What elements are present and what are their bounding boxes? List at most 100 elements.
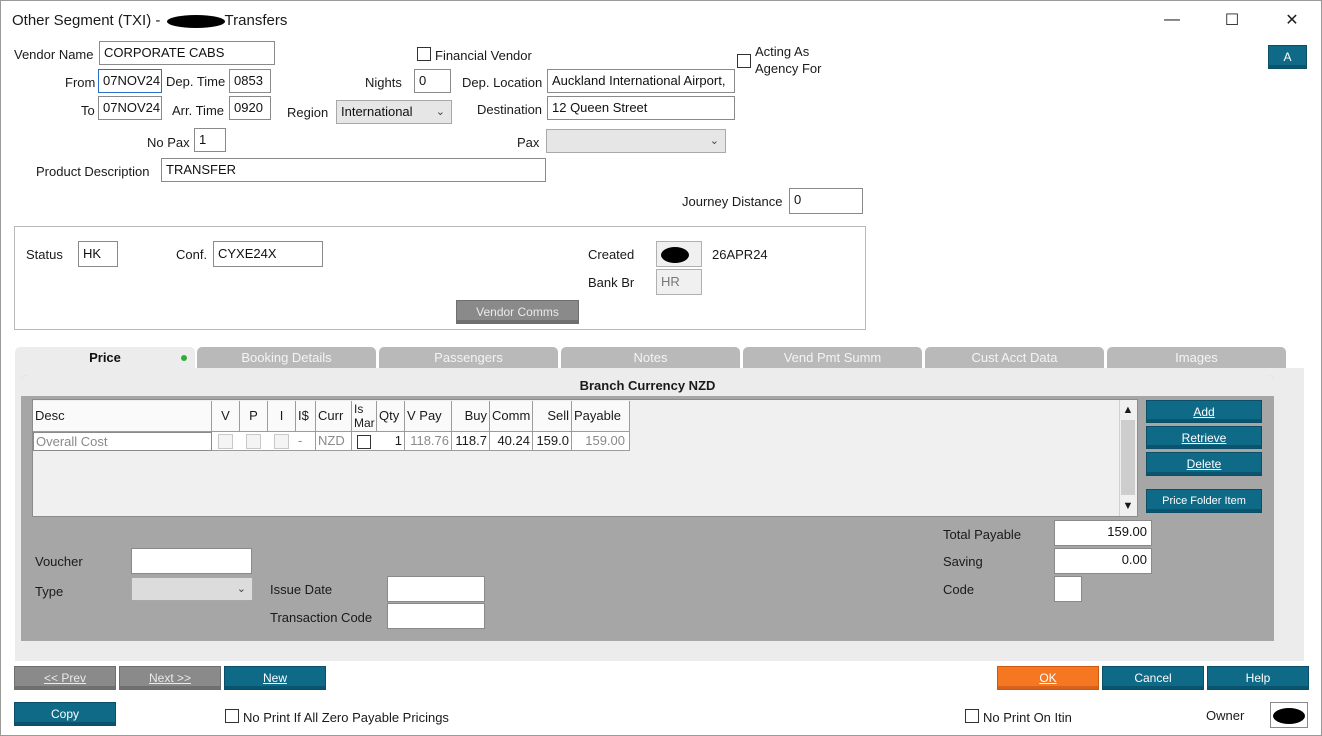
tab-vend-pmt-summ[interactable]: Vend Pmt Summ xyxy=(743,347,922,368)
add-button[interactable]: Add xyxy=(1146,400,1262,423)
nights-label: Nights xyxy=(365,75,402,90)
chevron-down-icon: ⌄ xyxy=(709,135,719,147)
row-desc-field[interactable]: Overall Cost xyxy=(33,432,212,451)
cancel-button[interactable]: Cancel xyxy=(1102,666,1204,690)
close-icon[interactable]: ✕ xyxy=(1272,6,1312,34)
nights-field[interactable]: 0 xyxy=(414,69,451,93)
vendor-name-field[interactable]: CORPORATE CABS xyxy=(99,41,275,65)
new-button[interactable]: New xyxy=(224,666,326,690)
maximize-icon[interactable]: ☐ xyxy=(1212,6,1252,34)
code-label: Code xyxy=(943,582,975,597)
col-buy[interactable]: Buy xyxy=(452,401,490,431)
arr-time-field[interactable]: 0920 xyxy=(229,96,271,120)
col-v-pay[interactable]: V Pay xyxy=(405,401,452,431)
voucher-field[interactable] xyxy=(131,548,252,574)
acting-as-agency-checkbox[interactable] xyxy=(737,54,751,68)
voucher-label: Voucher xyxy=(35,554,83,569)
col-curr[interactable]: Curr xyxy=(316,401,352,431)
col-comm[interactable]: Comm xyxy=(490,401,533,431)
title-prefix: Other Segment (TXI) - xyxy=(12,12,161,29)
destination-label: Destination xyxy=(477,102,543,117)
region-select[interactable]: International ⌄ xyxy=(336,100,452,124)
transaction-code-field[interactable] xyxy=(387,603,485,629)
vendor-comms-button[interactable]: Vendor Comms xyxy=(456,300,579,324)
col-p[interactable]: P xyxy=(240,401,268,431)
col-payable[interactable]: Payable xyxy=(572,401,630,431)
row-comm[interactable]: 40.24 xyxy=(490,432,533,450)
redacted-mark xyxy=(661,247,689,264)
scroll-down-icon[interactable]: ▼ xyxy=(1119,497,1137,515)
prev-button-label: << Prev xyxy=(43,671,87,685)
no-print-itin-checkbox[interactable] xyxy=(965,709,979,723)
row-curr: NZD xyxy=(316,432,352,450)
row-v-checkbox[interactable] xyxy=(218,434,233,449)
product-description-field[interactable]: TRANSFER xyxy=(161,158,546,182)
window-title: Other Segment (TXI) - Transfers xyxy=(12,12,287,29)
product-description-label: Product Description xyxy=(36,164,150,179)
tab-images[interactable]: Images xyxy=(1107,347,1286,368)
row-is-mar-checkbox[interactable] xyxy=(357,435,371,449)
row-qty[interactable]: 1 xyxy=(377,432,405,450)
type-select[interactable]: ⌄ xyxy=(131,577,253,601)
arr-time-label: Arr. Time xyxy=(172,103,225,118)
col-v[interactable]: V xyxy=(212,401,240,431)
ok-button[interactable]: OK xyxy=(997,666,1099,690)
issue-date-label: Issue Date xyxy=(270,582,333,597)
tab-booking-details[interactable]: Booking Details xyxy=(197,347,376,368)
minimize-icon[interactable]: — xyxy=(1152,6,1192,34)
saving-field[interactable]: 0.00 xyxy=(1054,548,1152,574)
row-p-checkbox[interactable] xyxy=(246,434,261,449)
status-field[interactable]: HK xyxy=(78,241,118,267)
col-i[interactable]: I xyxy=(268,401,296,431)
from-date-field[interactable]: 07NOV24 xyxy=(98,69,162,93)
row-buy[interactable]: 118.7 xyxy=(452,432,490,450)
no-pax-field[interactable]: 1 xyxy=(194,128,226,152)
help-button[interactable]: Help xyxy=(1207,666,1309,690)
dep-location-field[interactable]: Auckland International Airport, xyxy=(547,69,735,93)
total-payable-field[interactable]: 159.00 xyxy=(1054,520,1152,546)
col-is-mar[interactable]: Is Mar xyxy=(352,401,377,431)
redacted-mark xyxy=(166,14,225,28)
branch-currency-title: Branch Currency NZD xyxy=(579,378,716,393)
delete-button[interactable]: Delete xyxy=(1146,452,1262,476)
issue-date-field[interactable] xyxy=(387,576,485,602)
col-desc[interactable]: Desc xyxy=(33,401,212,431)
tab-notes[interactable]: Notes xyxy=(561,347,740,368)
scroll-up-icon[interactable]: ▲ xyxy=(1119,401,1137,419)
scroll-thumb[interactable] xyxy=(1121,420,1135,495)
row-i-dollar: - xyxy=(296,432,316,450)
dep-time-field[interactable]: 0853 xyxy=(229,69,271,93)
row-i-checkbox[interactable] xyxy=(274,434,289,449)
next-button[interactable]: Next >> xyxy=(119,666,221,690)
prev-button[interactable]: << Prev xyxy=(14,666,116,690)
pax-select[interactable]: ⌄ xyxy=(546,129,726,153)
col-qty[interactable]: Qty xyxy=(377,401,405,431)
transaction-code-label: Transaction Code xyxy=(270,610,373,625)
to-date-field[interactable]: 07NOV24 xyxy=(98,96,162,120)
journey-distance-field[interactable]: 0 xyxy=(789,188,863,214)
code-field[interactable] xyxy=(1054,576,1082,602)
tab-cust-acct-data[interactable]: Cust Acct Data xyxy=(925,347,1104,368)
no-print-zero-checkbox[interactable] xyxy=(225,709,239,723)
tab-passengers[interactable]: Passengers xyxy=(379,347,558,368)
a-button[interactable]: A xyxy=(1268,45,1307,69)
financial-vendor-checkbox[interactable] xyxy=(417,47,431,61)
chevron-down-icon: ⌄ xyxy=(435,106,445,118)
destination-field[interactable]: 12 Queen Street xyxy=(547,96,735,120)
col-sell[interactable]: Sell xyxy=(533,401,572,431)
copy-button[interactable]: Copy xyxy=(14,702,116,726)
row-sell[interactable]: 159.0 xyxy=(533,432,572,450)
owner-field[interactable] xyxy=(1270,702,1308,728)
agency-for-label: Agency For xyxy=(755,61,822,76)
retrieve-button[interactable]: Retrieve xyxy=(1146,426,1262,449)
pax-label: Pax xyxy=(517,135,540,150)
price-folder-item-button[interactable]: Price Folder Item xyxy=(1146,489,1262,513)
bank-br-label: Bank Br xyxy=(588,275,635,290)
created-label: Created xyxy=(588,247,635,262)
col-i-dollar[interactable]: I$ xyxy=(296,401,316,431)
tab-price[interactable]: Price xyxy=(15,347,195,368)
row-v-pay: 118.76 xyxy=(405,432,452,450)
no-print-zero-label: No Print If All Zero Payable Pricings xyxy=(243,710,449,725)
saving-label: Saving xyxy=(943,554,983,569)
conf-field[interactable]: CYXE24X xyxy=(213,241,323,267)
